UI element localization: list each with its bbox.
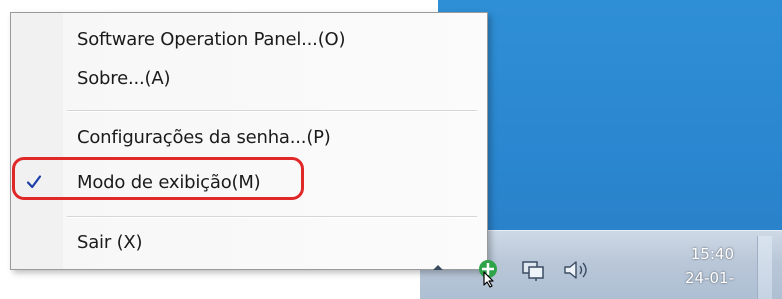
menu-item-label: Modo de exibição(M): [77, 171, 261, 193]
checkmark-icon: [26, 175, 42, 189]
menu-item-label: Sobre...(A): [77, 67, 171, 89]
menu-item-sobre[interactable]: Sobre...(A): [11, 60, 487, 96]
volume-icon[interactable]: [562, 259, 592, 281]
clock-time: 15:40: [690, 245, 734, 263]
show-hidden-icons-arrow-icon[interactable]: [432, 262, 444, 272]
show-desktop-button[interactable]: [757, 236, 772, 299]
taskbar-clock[interactable]: 15:40 24-01-: [604, 242, 734, 290]
clock-date: 24-01-: [685, 269, 734, 287]
network-icon[interactable]: [520, 258, 546, 282]
menu-separator: [67, 110, 477, 111]
menu-item-label: Configurações da senha...(P): [77, 126, 331, 148]
menu-item-label: Sair (X): [77, 231, 143, 253]
menu-item-label: Software Operation Panel...(O): [77, 28, 346, 50]
menu-separator: [67, 216, 477, 217]
scanner-app-icon[interactable]: [472, 254, 506, 288]
screen: Software Operation Panel...(O) Sobre...(…: [0, 0, 782, 299]
context-menu: Software Operation Panel...(O) Sobre...(…: [10, 12, 488, 270]
menu-item-modo-de-exibicao[interactable]: Modo de exibição(M): [11, 164, 487, 200]
menu-item-software-operation-panel[interactable]: Software Operation Panel...(O): [11, 21, 487, 57]
menu-item-sair[interactable]: Sair (X): [11, 224, 487, 260]
menu-item-configuracoes-da-senha[interactable]: Configurações da senha...(P): [11, 119, 487, 155]
